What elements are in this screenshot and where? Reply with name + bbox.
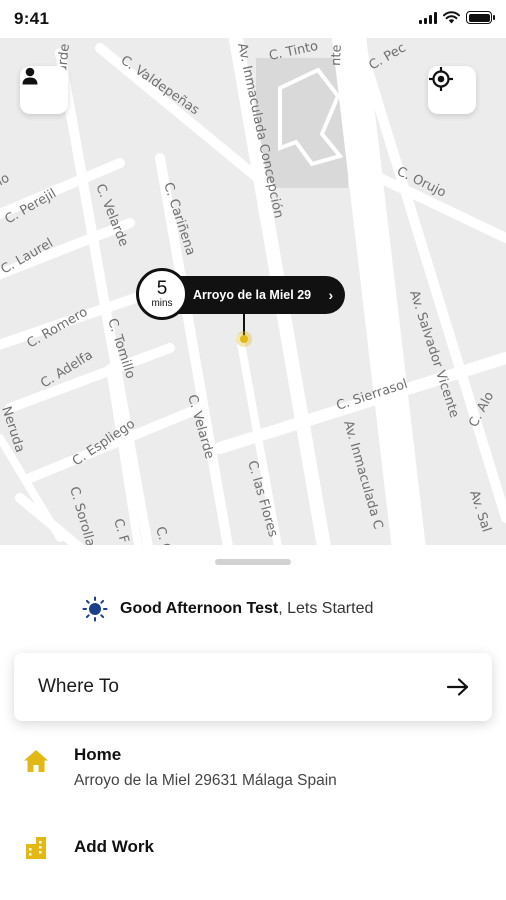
status-bar: 9:41 bbox=[0, 0, 506, 38]
crosshair-icon bbox=[429, 67, 453, 91]
street-label: Av. Sal bbox=[466, 489, 494, 534]
sheet-drag-handle[interactable] bbox=[215, 559, 291, 565]
street-label: C. C bbox=[152, 525, 174, 545]
pickup-address: Arroyo de la Miel 29 bbox=[193, 288, 312, 302]
building-icon bbox=[26, 837, 46, 859]
user-icon bbox=[22, 67, 38, 85]
greeting: Good Afternoon Test, Lets Started bbox=[82, 596, 373, 622]
bottom-sheet: Good Afternoon Test, Lets Started Where … bbox=[0, 545, 506, 900]
where-to-search[interactable]: Where To bbox=[14, 653, 492, 721]
eta-unit: mins bbox=[151, 297, 173, 309]
street-label: no bbox=[0, 171, 12, 192]
status-icons bbox=[419, 11, 495, 24]
home-address: Arroyo de la Miel 29631 Málaga Spain bbox=[74, 772, 337, 789]
where-to-label: Where To bbox=[38, 676, 119, 697]
street-label: nte bbox=[329, 44, 345, 66]
greeting-suffix: , Lets Started bbox=[278, 600, 374, 617]
eta-value: 5 bbox=[156, 277, 168, 299]
map-view[interactable]: C. Velarde C. Valdepeñas Av. Inmaculada … bbox=[0, 38, 506, 545]
sun-icon bbox=[82, 596, 108, 622]
wifi-icon bbox=[443, 11, 460, 24]
battery-icon bbox=[466, 11, 495, 24]
profile-button[interactable] bbox=[20, 66, 68, 114]
street-label: C. Pec bbox=[367, 41, 409, 74]
add-work-button[interactable]: Add Work bbox=[22, 834, 154, 862]
street-label: C. las Flores bbox=[244, 459, 280, 539]
greeting-name: Good Afternoon Test bbox=[120, 600, 279, 617]
add-work-label: Add Work bbox=[74, 837, 154, 856]
chevron-right-icon: › bbox=[328, 287, 334, 303]
signal-icon bbox=[419, 11, 437, 24]
arrow-right-icon bbox=[446, 678, 469, 696]
home-text: Home Arroyo de la Miel 29631 Málaga Spai… bbox=[74, 745, 337, 790]
location-dot-icon bbox=[236, 331, 252, 347]
locate-me-button[interactable] bbox=[428, 66, 476, 114]
eta-badge: 5 mins bbox=[136, 268, 188, 320]
street-label: C. Valdepeñas bbox=[118, 53, 202, 118]
street-label: C. F bbox=[110, 517, 131, 545]
home-icon bbox=[24, 750, 48, 772]
home-title: Home bbox=[74, 745, 122, 764]
status-time: 9:41 bbox=[14, 9, 50, 28]
saved-place-home[interactable]: Home Arroyo de la Miel 29631 Málaga Spai… bbox=[22, 745, 337, 790]
